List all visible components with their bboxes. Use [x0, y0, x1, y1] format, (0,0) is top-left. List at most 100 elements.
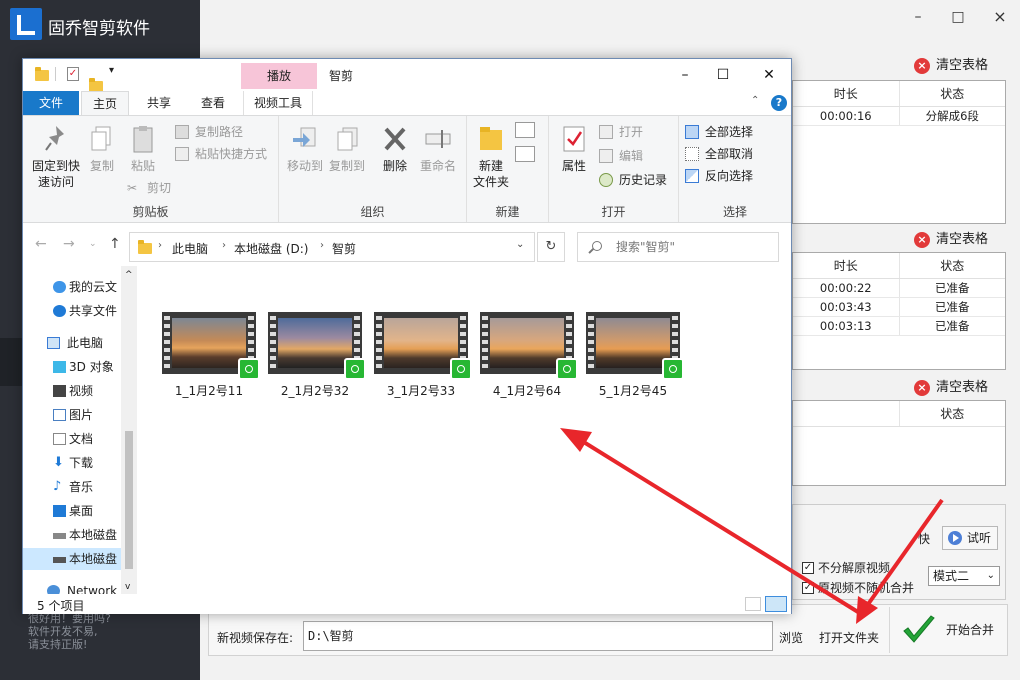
details-view-icon[interactable]	[745, 597, 761, 611]
table-row[interactable]: 00:00:22 已准备	[793, 279, 1005, 298]
edit-button[interactable]: 编辑	[599, 146, 643, 166]
play-context-tab[interactable]: 播放	[241, 63, 317, 89]
rename-button[interactable]: 重命名	[417, 124, 459, 174]
up-arrow-icon[interactable]: ↑	[109, 236, 121, 252]
cut-button[interactable]: ✂ 剪切	[127, 178, 171, 198]
nav-item-local-disk-d[interactable]: 本地磁盘	[23, 548, 121, 570]
tab-view[interactable]: 查看	[191, 91, 235, 115]
video-thumbnail	[162, 312, 260, 380]
invert-selection-button[interactable]: 反向选择	[685, 166, 753, 186]
copy-path-label: 复制路径	[195, 125, 244, 139]
scroll-up-icon[interactable]: ^	[125, 270, 133, 280]
properties-quick-icon[interactable]: ✓	[67, 67, 79, 81]
chevron-up-icon[interactable]: ⌃	[751, 95, 759, 106]
paste-shortcut-button[interactable]: 粘贴快捷方式	[175, 144, 267, 164]
cell-duration: 00:03:43	[793, 298, 900, 316]
browse-button[interactable]: 浏览	[779, 629, 803, 646]
breadcrumb-item[interactable]: 此电脑	[172, 240, 208, 257]
back-arrow-icon[interactable]: ←	[35, 236, 47, 252]
close-button[interactable]: ×	[990, 8, 1010, 26]
video-thumbnail	[480, 312, 578, 380]
video-app-badge-icon	[344, 358, 366, 380]
new-group-label: 新建	[495, 205, 520, 219]
tab-file[interactable]: 文件	[23, 91, 79, 115]
select-all-button[interactable]: 全部选择	[685, 122, 753, 142]
video-app-badge-icon	[662, 358, 684, 380]
maximize-button[interactable]: □	[948, 8, 968, 26]
video-thumbnail	[374, 312, 472, 380]
table-row[interactable]: 00:03:43 已准备	[793, 298, 1005, 317]
help-icon[interactable]: ?	[771, 95, 787, 111]
forward-arrow-icon[interactable]: →	[63, 236, 75, 252]
new-item-icon[interactable]	[515, 122, 535, 138]
clipboard-group: 固定到快速访问 复制 粘贴 复制路径 粘贴快捷方式 ✂ 剪切 剪贴板	[23, 116, 279, 222]
tab-home[interactable]: 主页	[81, 91, 129, 115]
paste-shortcut-label: 粘贴快捷方式	[195, 147, 268, 161]
clear-x-icon: ×	[914, 232, 930, 248]
desktop-icon	[53, 505, 66, 517]
preview-button[interactable]: 试听	[942, 526, 998, 550]
new-folder-button[interactable]: 新建 文件夹	[471, 124, 511, 190]
nav-scrollbar-thumb[interactable]	[125, 431, 133, 569]
explorer-title-bar: ✓ ▾ 播放 智剪 – ☐ ✕	[23, 59, 791, 92]
video-thumbnail	[268, 312, 366, 380]
recent-dropdown-icon[interactable]: ⌄	[89, 239, 97, 249]
easy-access-icon[interactable]	[515, 146, 535, 162]
minimize-button[interactable]: –	[908, 8, 928, 26]
breadcrumb-item[interactable]: 本地磁盘 (D:)	[234, 240, 308, 257]
tab-share[interactable]: 共享	[137, 91, 181, 115]
tab-video-tools[interactable]: 视频工具	[243, 91, 313, 115]
drive-icon	[53, 557, 66, 563]
chevron-down-icon[interactable]: ⌄	[516, 239, 524, 250]
cell-status: 已准备	[935, 300, 970, 314]
no-random-merge-checkbox[interactable]: ✓ 原视频不随机合并	[802, 580, 914, 596]
video-file[interactable]: 1_1月2号11	[159, 312, 260, 399]
clear-table-label: 清空表格	[936, 232, 989, 247]
copy-button[interactable]: 复制	[87, 124, 117, 174]
clear-table-button[interactable]: × 清空表格	[912, 376, 988, 400]
new-folder-icon	[477, 124, 505, 154]
history-button[interactable]: 历史记录	[599, 170, 667, 190]
clear-table-button[interactable]: × 清空表格	[912, 228, 988, 252]
save-path-input[interactable]: D:\智剪	[303, 621, 773, 651]
scroll-down-icon[interactable]: v	[125, 582, 130, 592]
maximize-icon[interactable]: ☐	[711, 65, 735, 85]
clear-table-button[interactable]: × 清空表格	[912, 54, 988, 78]
material-table-1: 时长 状态 00:00:16 分解成6段	[792, 80, 1006, 224]
copy-to-button[interactable]: 复制到	[327, 124, 367, 174]
minimize-icon[interactable]: –	[673, 65, 697, 85]
refresh-icon[interactable]: ↻	[537, 232, 565, 262]
video-file[interactable]: 4_1月2号64	[477, 312, 578, 399]
large-icons-view-icon[interactable]	[765, 596, 787, 612]
address-box[interactable]: › 此电脑 › 本地磁盘 (D:) › 智剪 ⌄	[129, 232, 535, 262]
move-to-button[interactable]: 移动到	[285, 124, 325, 174]
open-button[interactable]: 打开	[599, 122, 643, 142]
nav-item-label: 下载	[69, 456, 94, 470]
search-input[interactable]: 搜索"智剪"	[577, 232, 779, 262]
paste-button[interactable]: 粘贴	[127, 124, 159, 174]
open-folder-button[interactable]: 打开文件夹	[819, 629, 879, 646]
pin-quick-access-button[interactable]: 固定到快速访问	[29, 124, 83, 190]
select-none-button[interactable]: 全部取消	[685, 144, 753, 164]
preview-button-label: 试听	[967, 531, 992, 545]
properties-button[interactable]: 属性	[557, 124, 591, 174]
delete-button[interactable]: 删除	[377, 124, 413, 174]
video-file[interactable]: 5_1月2号45	[583, 312, 684, 399]
no-split-checkbox[interactable]: ✓ 不分解原视频	[802, 560, 890, 576]
copy-path-button[interactable]: 复制路径	[175, 122, 243, 142]
table-row[interactable]: 00:03:13 已准备	[793, 317, 1005, 336]
select-all-label: 全部选择	[705, 125, 754, 139]
video-file[interactable]: 3_1月2号33	[371, 312, 472, 399]
table-row[interactable]: 00:00:16 分解成6段	[793, 107, 1005, 126]
quick-access-dropdown-icon[interactable]: ▾	[109, 65, 114, 76]
nav-item-this-pc[interactable]: 此电脑	[45, 332, 131, 354]
chevron-down-icon: ⌄	[986, 570, 995, 581]
video-folder-icon	[53, 385, 66, 397]
paste-shortcut-icon	[175, 147, 189, 161]
nav-item-label: 图片	[69, 408, 94, 422]
start-merge-button[interactable]: 开始合并	[889, 607, 1005, 653]
breadcrumb-item[interactable]: 智剪	[332, 240, 356, 257]
mode-select[interactable]: 模式二 ⌄	[928, 566, 1000, 586]
video-file[interactable]: 2_1月2号32	[265, 312, 366, 399]
close-icon[interactable]: ✕	[757, 65, 781, 85]
